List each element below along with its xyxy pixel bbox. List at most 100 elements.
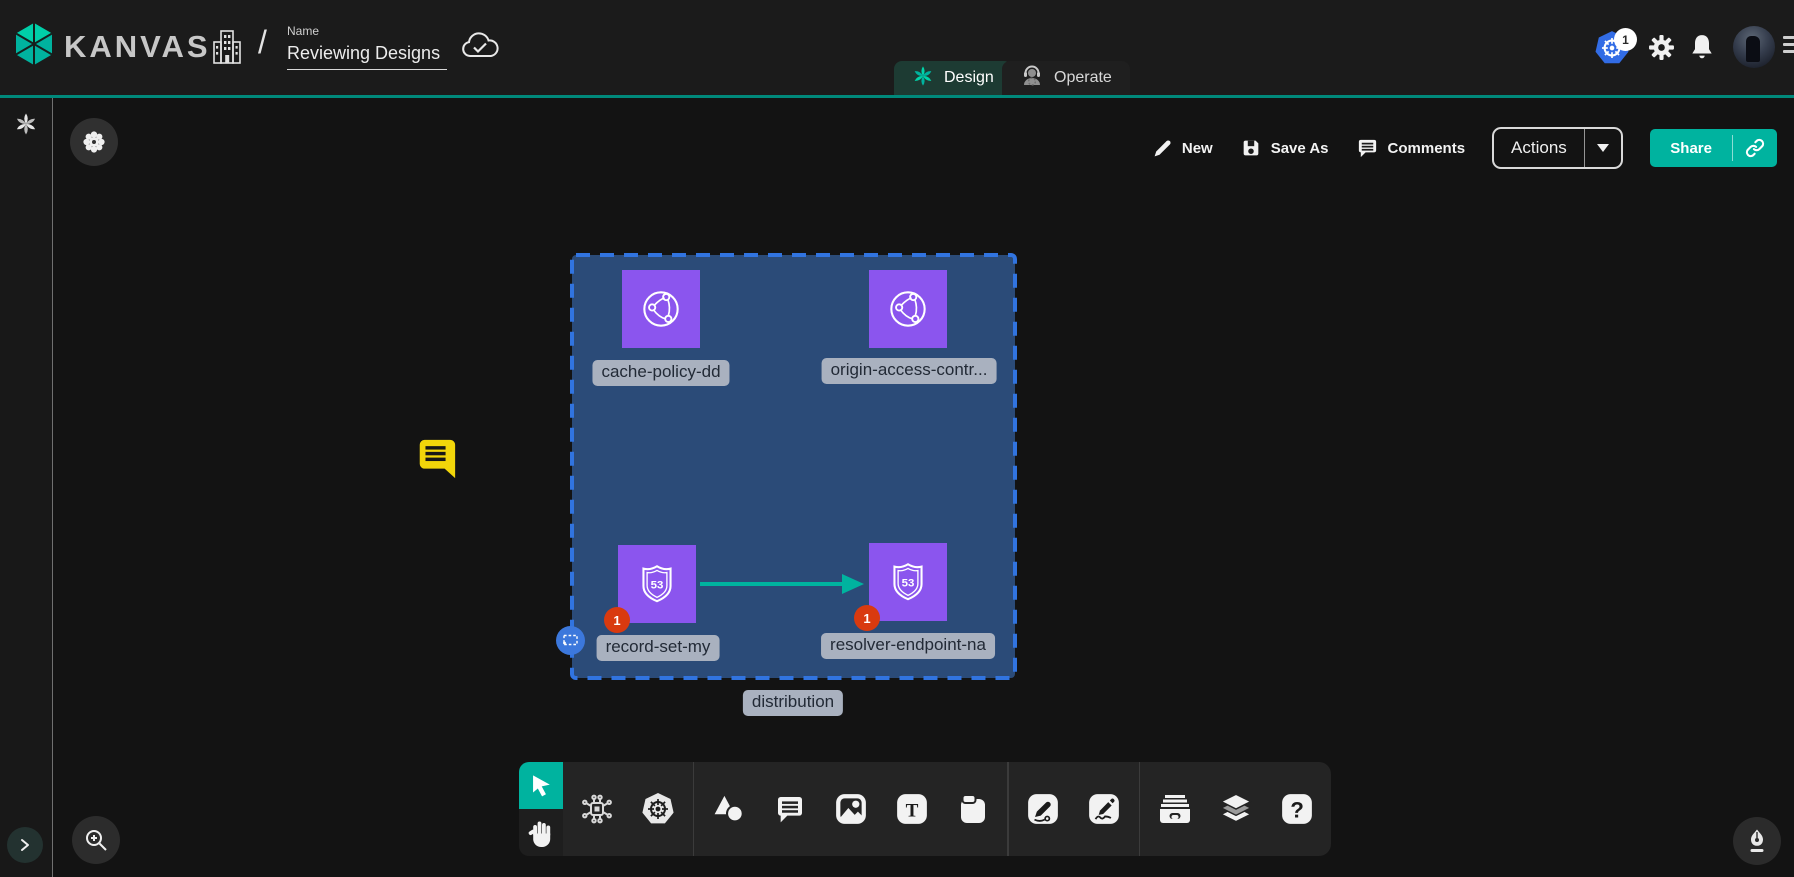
shapes-icon bbox=[712, 793, 746, 825]
caret-down-icon bbox=[1597, 144, 1609, 152]
breadcrumb-separator: / bbox=[258, 24, 267, 61]
components-tool-button[interactable] bbox=[567, 762, 628, 856]
chevron-right-icon bbox=[18, 838, 32, 852]
settings-gear-icon[interactable] bbox=[1648, 34, 1675, 61]
node-record-set[interactable]: 53 bbox=[618, 545, 696, 623]
expand-sidebar-button[interactable] bbox=[7, 827, 43, 863]
new-button[interactable]: New bbox=[1152, 138, 1213, 159]
image-icon bbox=[834, 792, 868, 826]
svg-text:?: ? bbox=[1290, 798, 1304, 823]
canvas-toolbar: New Save As Comments Actions Share bbox=[1152, 126, 1777, 170]
layers-icon bbox=[1218, 791, 1254, 827]
meshery-pinwheel-icon[interactable] bbox=[14, 112, 38, 141]
select-tool-button[interactable] bbox=[519, 762, 563, 809]
avatar-figure bbox=[1746, 36, 1760, 62]
header-accent-divider bbox=[0, 95, 1794, 98]
node-label-cache-policy[interactable]: cache-policy-dd bbox=[592, 360, 729, 386]
text-icon: T bbox=[895, 792, 929, 826]
sticky-note-icon bbox=[956, 792, 990, 826]
flower-icon bbox=[81, 129, 107, 155]
kanvas-logo[interactable]: KANVAS bbox=[14, 22, 211, 71]
kanvas-hexagon-icon bbox=[14, 22, 54, 71]
design-name-field: Name bbox=[287, 24, 447, 70]
user-avatar[interactable] bbox=[1733, 26, 1775, 68]
text-tool-button[interactable]: T bbox=[881, 762, 942, 856]
error-badge-record-set[interactable]: 1 bbox=[604, 607, 630, 633]
group-selection-handle[interactable] bbox=[556, 626, 585, 655]
svg-text:53: 53 bbox=[902, 578, 915, 590]
marquee-rect-icon bbox=[562, 633, 580, 648]
comments-button-label: Comments bbox=[1388, 140, 1466, 157]
error-badge-resolver-endpoint[interactable]: 1 bbox=[854, 605, 880, 631]
cursor-arrow-icon bbox=[526, 771, 556, 801]
copy-link-button[interactable] bbox=[1733, 129, 1777, 167]
save-as-button[interactable]: Save As bbox=[1240, 137, 1329, 159]
group-label-distribution[interactable]: distribution bbox=[743, 690, 843, 716]
actions-split-button: Actions bbox=[1492, 127, 1623, 169]
link-icon bbox=[1744, 137, 1766, 159]
kubernetes-context-count-badge: 1 bbox=[1614, 28, 1637, 51]
tab-operate-label: Operate bbox=[1054, 69, 1112, 87]
hand-icon bbox=[527, 818, 555, 848]
help-icon: ? bbox=[1280, 792, 1314, 826]
drawer-tool-button[interactable] bbox=[1144, 762, 1205, 856]
toolbar-body: T bbox=[563, 762, 1332, 856]
app-title: KANVAS bbox=[64, 29, 211, 65]
tab-design-label: Design bbox=[944, 69, 994, 87]
help-tool-button[interactable]: ? bbox=[1266, 762, 1327, 856]
pencil-draw-tool-button[interactable] bbox=[1074, 762, 1135, 856]
actions-dropdown-button[interactable] bbox=[1585, 129, 1621, 167]
cloud-sync-icon[interactable] bbox=[460, 32, 500, 62]
route53-shield-icon: 53 bbox=[883, 557, 933, 607]
pen-path-icon bbox=[1026, 792, 1060, 826]
actions-button[interactable]: Actions bbox=[1494, 129, 1584, 167]
kubernetes-tool-button[interactable] bbox=[628, 762, 689, 856]
node-cache-policy[interactable] bbox=[622, 270, 700, 348]
pen-tool-button[interactable] bbox=[1013, 762, 1074, 856]
pan-tool-button[interactable] bbox=[519, 809, 563, 856]
node-resolver-endpoint[interactable]: 53 bbox=[869, 543, 947, 621]
notifications-bell-icon[interactable] bbox=[1689, 33, 1715, 61]
pen-nib-icon bbox=[1745, 828, 1769, 854]
group-distribution[interactable]: cache-policy-dd origin-access-contr... 5… bbox=[570, 253, 1017, 680]
comment-tool-button[interactable] bbox=[759, 762, 820, 856]
node-label-resolver-endpoint[interactable]: resolver-endpoint-na bbox=[821, 633, 995, 659]
canvas-comment-marker[interactable] bbox=[414, 436, 458, 489]
left-sidebar bbox=[0, 98, 53, 877]
menu-icon[interactable] bbox=[1783, 36, 1794, 57]
save-floppy-icon bbox=[1240, 137, 1262, 159]
pencil-scribble-icon bbox=[1087, 792, 1121, 826]
tab-design[interactable]: Design bbox=[894, 61, 1012, 95]
organization-icon[interactable] bbox=[210, 28, 244, 66]
app-header: KANVAS / Name bbox=[0, 0, 1794, 95]
node-label-origin-access-control[interactable]: origin-access-contr... bbox=[822, 358, 997, 384]
cloudfront-globe-icon bbox=[636, 284, 686, 334]
route53-shield-icon: 53 bbox=[632, 559, 682, 609]
pointer-tools-column bbox=[519, 762, 563, 856]
save-as-button-label: Save As bbox=[1271, 140, 1329, 157]
pencil-new-icon bbox=[1152, 138, 1173, 159]
zoom-in-icon bbox=[83, 827, 109, 853]
share-button[interactable]: Share bbox=[1650, 129, 1732, 167]
sticky-note-tool-button[interactable] bbox=[942, 762, 1003, 856]
cloudfront-globe-icon bbox=[883, 284, 933, 334]
kubernetes-helm-icon bbox=[640, 791, 676, 827]
node-label-record-set[interactable]: record-set-my bbox=[597, 635, 720, 661]
operate-headset-icon bbox=[1020, 64, 1044, 93]
drawer-archive-icon bbox=[1157, 792, 1193, 826]
tab-operate[interactable]: Operate bbox=[1002, 61, 1130, 95]
image-tool-button[interactable] bbox=[820, 762, 881, 856]
comments-icon bbox=[1356, 137, 1379, 160]
comment-bubble-icon bbox=[414, 436, 458, 484]
freehand-pen-button[interactable] bbox=[1733, 817, 1781, 865]
zoom-in-button[interactable] bbox=[72, 816, 120, 864]
layers-tool-button[interactable] bbox=[1205, 762, 1266, 856]
shapes-tool-button[interactable] bbox=[698, 762, 759, 856]
comments-button[interactable]: Comments bbox=[1356, 137, 1466, 160]
share-split-button: Share bbox=[1650, 129, 1777, 167]
components-dock-button[interactable] bbox=[70, 118, 118, 166]
name-field-label: Name bbox=[287, 24, 447, 38]
design-name-input[interactable] bbox=[287, 41, 447, 70]
node-origin-access-control[interactable] bbox=[869, 270, 947, 348]
svg-text:T: T bbox=[905, 800, 918, 821]
